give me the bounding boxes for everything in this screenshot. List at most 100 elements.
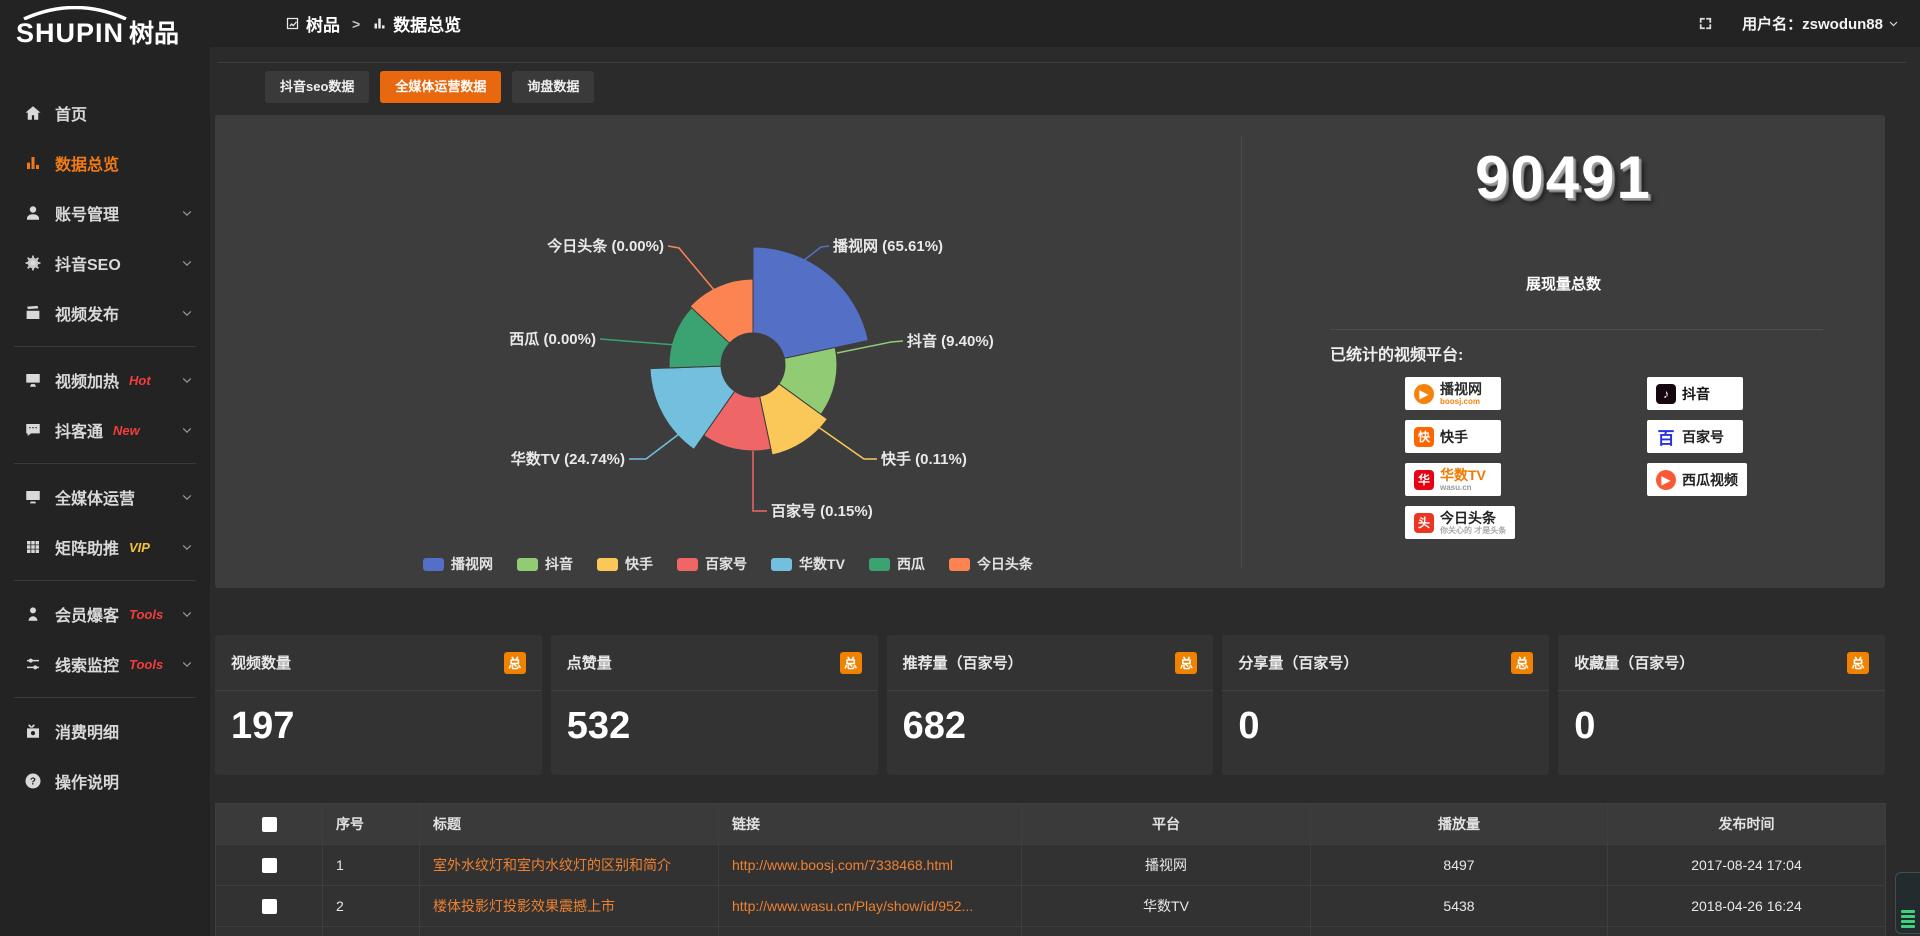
pie-slice-label-5: 西瓜 (0.00%): [509, 331, 596, 348]
sidebar-nav: 首页数据总览账号管理抖音SEO 视频发布视频加热Hot抖客通New 全媒体运营矩阵助…: [0, 88, 210, 806]
legend-item-6[interactable]: 今日头条: [949, 554, 1033, 574]
sidebar-item-16[interactable]: ?操作说明: [0, 756, 210, 806]
pie-label-line-3: [753, 451, 767, 511]
svg-text:?: ?: [30, 776, 36, 787]
sidebar-item-label: 会员爆客: [55, 602, 119, 626]
cell-title-link[interactable]: 楼体投影灯投影效果震撼上市: [420, 886, 719, 927]
bar-chart-icon: [24, 154, 42, 172]
chart-legend: 播视网 抖音 快手 百家号 华数TV 西瓜 今日头条: [215, 554, 1241, 574]
sidebar-item-label: 全媒体运营: [55, 485, 135, 509]
sidebar-item-4[interactable]: 视频发布: [0, 288, 210, 338]
row-checkbox[interactable]: [262, 858, 277, 873]
legend-item-4[interactable]: 华数TV: [771, 554, 845, 574]
sidebar-item-badge: New: [113, 423, 140, 438]
sidebar-item-13[interactable]: 线索监控Tools: [0, 639, 210, 689]
sidebar-item-2[interactable]: 账号管理: [0, 188, 210, 238]
cell-platform: 华数TV: [1022, 886, 1311, 927]
col-header-0: 序号: [323, 804, 420, 845]
table-row-1: 2楼体投影灯投影效果震撼上市http://www.wasu.cn/Play/sh…: [216, 886, 1886, 927]
main-content: 抖音seo数据全媒体运营数据询盘数据 播视网 (65.61%) 抖音 (9.40%…: [210, 47, 1920, 936]
sidebar-item-10[interactable]: 矩阵助推VIP: [0, 522, 210, 572]
total-impressions-value: 90491: [1242, 143, 1885, 212]
tab-0[interactable]: 抖音seo数据: [265, 71, 369, 103]
stat-cards: 视频数量总197点赞量总532推荐量（百家号）总682分享量（百家号）总0收藏量…: [215, 635, 1885, 775]
summary-divider: [1330, 329, 1823, 330]
sidebar-item-3[interactable]: 抖音SEO: [0, 238, 210, 288]
grid-icon: [24, 538, 42, 556]
platform-badge-1: ♪抖音: [1647, 377, 1743, 410]
sidebar-item-1[interactable]: 数据总览: [0, 138, 210, 188]
sidebar-divider: [14, 346, 196, 347]
bar-chart-icon: [372, 16, 387, 31]
tab-1[interactable]: 全媒体运营数据: [380, 71, 501, 103]
legend-swatch: [771, 558, 792, 571]
gear-icon: [24, 254, 42, 272]
col-header-5: 发布时间: [1608, 804, 1886, 845]
pie-slice-0[interactable]: [753, 247, 868, 358]
cell-plays: 8497: [1311, 845, 1608, 886]
stat-card-value: 532: [551, 691, 878, 762]
videos-table-wrap: 序号标题链接平台播放量发布时间1室外水纹灯和室内水纹灯的区别和简介http://…: [215, 803, 1885, 936]
select-all-checkbox[interactable]: [262, 817, 277, 832]
legend-item-1[interactable]: 抖音: [517, 554, 573, 574]
legend-item-2[interactable]: 快手: [597, 554, 653, 574]
chevron-down-icon: [180, 423, 194, 437]
legend-item-3[interactable]: 百家号: [677, 554, 747, 574]
data-tabs: 抖音seo数据全媒体运营数据询盘数据: [265, 71, 605, 103]
legend-swatch: [677, 558, 698, 571]
app-root: SHUPIN树品 首页数据总览账号管理抖音SEO视频发布视频加热Hot抖客通Ne…: [0, 0, 1920, 936]
legend-item-5[interactable]: 西瓜: [869, 554, 925, 574]
sidebar-item-badge: Tools: [129, 607, 163, 622]
username-menu[interactable]: 用户名：zswodun88: [1742, 13, 1883, 34]
topbar-right: 用户名：zswodun88: [1697, 13, 1900, 34]
legend-label: 华数TV: [799, 554, 845, 574]
cell-url-link[interactable]: http://www.wasu.cn/Play/show/id/952...: [719, 886, 1022, 927]
legend-swatch: [949, 558, 970, 571]
sidebar-item-label: 视频发布: [55, 301, 119, 325]
pie-label-line-5: [600, 339, 676, 345]
sidebar-item-label: 账号管理: [55, 201, 119, 225]
pie-slice-label-1: 抖音 (9.40%): [907, 332, 994, 350]
cell-title-link[interactable]: 室外水纹灯和室内水纹灯的区别和简介: [420, 845, 719, 886]
breadcrumb-root[interactable]: 树品: [306, 11, 340, 36]
sidebar-item-12[interactable]: 会员爆客 Tools: [0, 589, 210, 639]
stat-card-2: 推荐量（百家号）总682: [887, 635, 1214, 775]
sidebar-item-6[interactable]: 视频加热Hot: [0, 355, 210, 405]
row-checkbox[interactable]: [262, 899, 277, 914]
pie-slice-label-0: 播视网 (65.61%): [833, 237, 943, 255]
breadcrumb-current[interactable]: 数据总览: [393, 11, 461, 36]
select-all-cell: [216, 804, 323, 845]
chevron-down-icon[interactable]: [1887, 17, 1900, 30]
sidebar-item-7[interactable]: 抖客通New: [0, 405, 210, 455]
sidebar-item-15[interactable]: 消费明细: [0, 706, 210, 756]
legend-item-0[interactable]: 播视网: [423, 554, 493, 574]
chevron-down-icon: [180, 490, 194, 504]
total-badge: 总: [840, 652, 862, 674]
sidebar-item-9[interactable]: 全媒体运营: [0, 472, 210, 522]
cell-plays: 5438: [1311, 886, 1608, 927]
sidebar-item-0[interactable]: 首页: [0, 88, 210, 138]
chevron-down-icon: [180, 256, 194, 270]
cell-url-link[interactable]: http://www.boosj.com/7338468.html: [719, 845, 1022, 886]
brand-name-cn: 树品: [129, 20, 179, 48]
table-header-row: 序号标题链接平台播放量发布时间: [216, 804, 1886, 845]
table-row-0: 1室外水纹灯和室内水纹灯的区别和简介http://www.boosj.com/7…: [216, 845, 1886, 886]
boosj-logo-icon: ▶: [1414, 384, 1434, 404]
fullscreen-icon[interactable]: [1697, 15, 1714, 32]
platform-name: 快手: [1440, 430, 1468, 444]
corner-extension-widget[interactable]: [1895, 872, 1920, 934]
tab-2[interactable]: 询盘数据: [512, 71, 594, 103]
col-header-3: 平台: [1022, 804, 1311, 845]
platform-name: 百家号: [1682, 430, 1724, 444]
total-badge: 总: [1847, 652, 1869, 674]
pie-slice-label-2: 快手 (0.11%): [881, 450, 967, 468]
content-divider: [218, 62, 1906, 63]
platform-name: 华数TV: [1440, 468, 1486, 482]
stat-card-value: 0: [1222, 691, 1549, 762]
legend-label: 百家号: [705, 554, 747, 574]
stat-card-title: 分享量（百家号）: [1238, 652, 1358, 673]
table-row-partial: [216, 927, 1886, 936]
stat-card-title: 推荐量（百家号）: [903, 652, 1023, 673]
col-header-2: 链接: [719, 804, 1022, 845]
chat-icon: [24, 421, 42, 439]
